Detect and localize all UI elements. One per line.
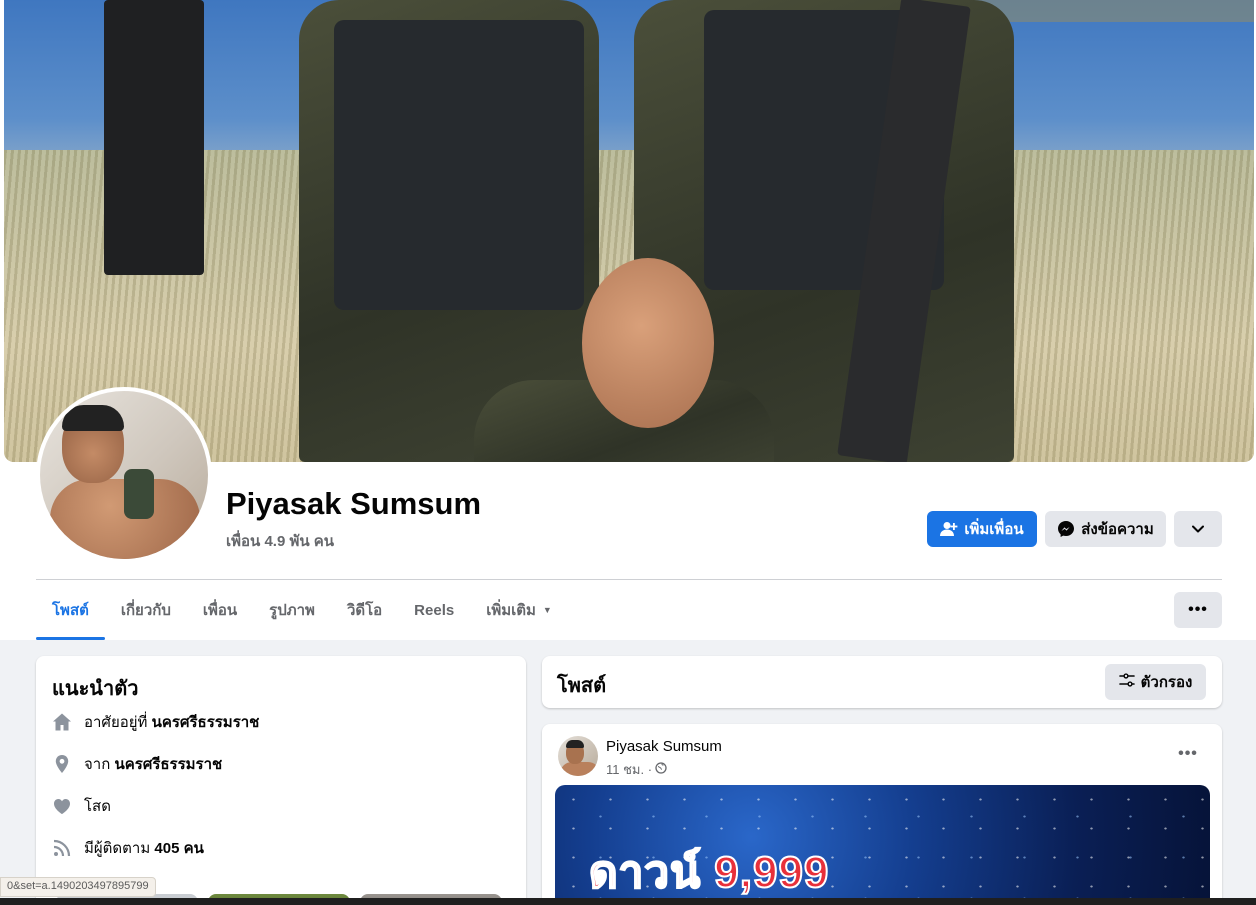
message-button[interactable]: ส่งข้อความ [1045, 511, 1166, 547]
tab-friends[interactable]: เพื่อน [187, 580, 253, 640]
tab-videos-label: วิดีโอ [346, 602, 383, 619]
intro-card: แนะนำตัว อาศัยอยู่ที่ นครศรีธรรมราช จาก … [36, 656, 526, 905]
filter-icon [1118, 672, 1135, 692]
intro-relationship: โสด [52, 794, 111, 818]
post-more-icon: ••• [1178, 745, 1198, 762]
followers-prefix: มีผู้ติดตาม [84, 840, 151, 857]
profile-name: Piyasak Sumsum [226, 486, 482, 521]
heart-icon [52, 796, 72, 816]
cover-rifle-left [104, 0, 204, 275]
intro-from: จาก นครศรีธรรมราช [52, 752, 222, 776]
profile-options-button[interactable] [1174, 511, 1222, 547]
lives-in-prefix: อาศัยอยู่ที่ [84, 714, 148, 731]
globe-icon [655, 762, 667, 777]
intro-lives-in: อาศัยอยู่ที่ นครศรีธรรมราช [52, 710, 259, 734]
tab-videos[interactable]: วิดีโอ [331, 580, 398, 640]
chevron-down-icon [1192, 525, 1204, 533]
tab-photos-label: รูปภาพ [269, 602, 315, 619]
messenger-icon [1057, 520, 1075, 538]
post-author-name[interactable]: Piyasak Sumsum [606, 738, 722, 755]
location-icon [52, 754, 72, 774]
message-label: ส่งข้อความ [1081, 521, 1154, 538]
avatar-hair [62, 405, 124, 431]
post-image-text: ดาวน์ 9,999 [588, 847, 830, 898]
more-options-button[interactable]: ••• [1174, 592, 1222, 628]
post-author-avatar[interactable] [558, 736, 598, 776]
post-meta: 11 ชม. · [606, 759, 667, 780]
add-friend-icon [940, 521, 958, 537]
add-friend-label: เพิ่มเพื่อน [964, 521, 1024, 538]
lives-in-value[interactable]: นครศรีธรรมราช [152, 714, 260, 731]
tab-photos[interactable]: รูปภาพ [253, 580, 331, 640]
add-friend-button[interactable]: เพิ่มเพื่อน [927, 511, 1037, 547]
tab-more[interactable]: เพิ่มเติม ▼ [470, 580, 568, 640]
tab-posts[interactable]: โพสต์ [36, 580, 105, 640]
taskbar-edge [0, 898, 1256, 905]
post-time[interactable]: 11 ชม. · [606, 759, 652, 780]
post-avatar-hair [566, 740, 584, 748]
tab-reels-label: Reels [414, 601, 455, 619]
home-icon [52, 712, 72, 732]
post-card: Piyasak Sumsum 11 ชม. · ••• ดาวน์ 9,999 [542, 724, 1222, 905]
rss-icon [52, 838, 72, 858]
posts-header-card: โพสต์ ตัวกรอง [542, 656, 1222, 708]
from-text: จาก นครศรีธรรมราช [84, 752, 222, 776]
posts-title: โพสต์ [557, 675, 607, 697]
tab-friends-label: เพื่อน [202, 602, 238, 619]
followers-text: มีผู้ติดตาม 405 คน [84, 836, 204, 860]
friends-count[interactable]: เพื่อน 4.9 พัน คน [226, 529, 334, 553]
tab-reels[interactable]: Reels [398, 580, 470, 640]
status-url: 0&set=a.1490203497895799 [0, 877, 156, 897]
relationship-text: โสด [84, 798, 111, 815]
lives-in-text: อาศัยอยู่ที่ นครศรีธรรมราช [84, 710, 259, 734]
tab-more-label: เพิ่มเติม [486, 602, 536, 619]
cover-photo[interactable] [4, 0, 1254, 462]
more-icon: ••• [1188, 601, 1208, 618]
tab-about[interactable]: เกี่ยวกับ [105, 580, 187, 640]
from-prefix: จาก [84, 756, 111, 773]
post-avatar-body [560, 762, 598, 776]
intro-title: แนะนำตัว [52, 678, 139, 700]
tab-about-label: เกี่ยวกับ [120, 602, 171, 619]
filter-button[interactable]: ตัวกรอง [1105, 664, 1206, 700]
followers-value[interactable]: 405 คน [154, 840, 203, 857]
profile-avatar[interactable] [40, 391, 208, 559]
post-image[interactable]: ดาวน์ 9,999 [555, 785, 1210, 905]
caret-down-icon: ▼ [542, 605, 552, 615]
post-more-button[interactable]: ••• [1170, 742, 1206, 766]
tab-posts-label: โพสต์ [52, 602, 89, 619]
from-value[interactable]: นครศรีธรรมราช [114, 756, 222, 773]
avatar-towel [124, 469, 154, 519]
intro-followers: มีผู้ติดตาม 405 คน [52, 836, 204, 860]
filter-label: ตัวกรอง [1140, 674, 1193, 691]
profile-tabs: โพสต์ เกี่ยวกับ เพื่อน รูปภาพ วิดีโอ Ree… [36, 580, 568, 640]
cover-face-center [582, 258, 714, 428]
cover-vest-left [334, 20, 584, 310]
